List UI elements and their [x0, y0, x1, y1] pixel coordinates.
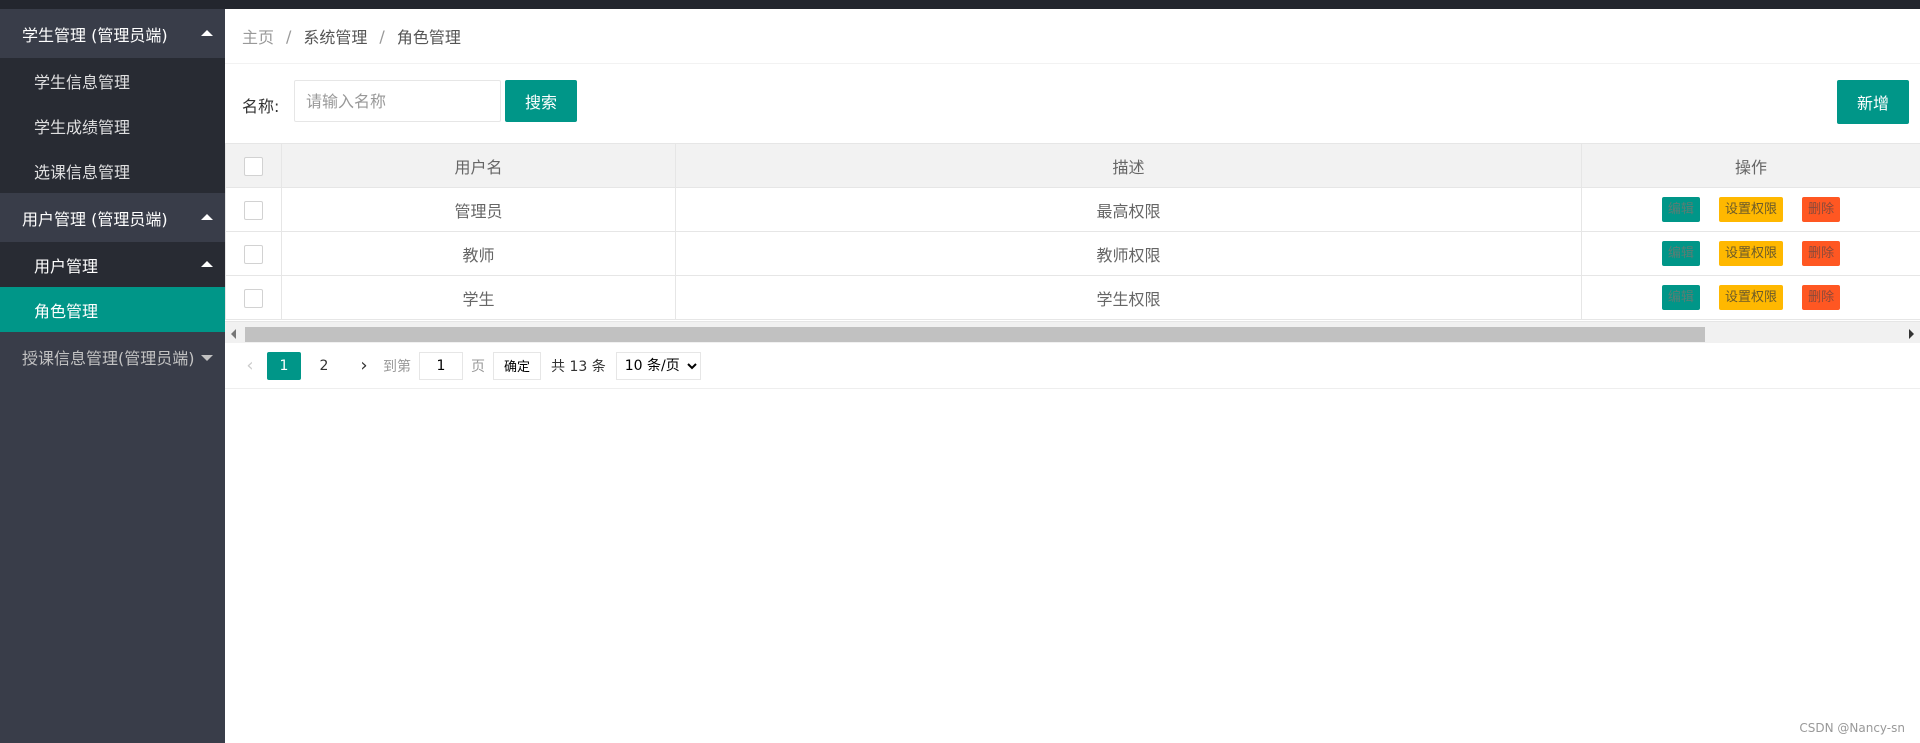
row-checkbox[interactable] — [244, 288, 263, 308]
name-label: 名称: — [242, 97, 280, 116]
breadcrumb: 主页 / 系统管理 / 角色管理 — [225, 9, 1920, 64]
breadcrumb-current: 角色管理 — [396, 28, 461, 47]
cell-description: 最高权限 — [675, 187, 1582, 232]
caret-up-icon — [201, 29, 213, 36]
sidebar-submenu-user: 用户管理 角色管理 — [0, 242, 225, 332]
edit-button[interactable]: 编辑 — [1661, 241, 1700, 266]
set-permission-button[interactable]: 设置权限 — [1719, 197, 1783, 222]
table-row: 学生 学生权限 编辑 设置权限 删除 — [225, 275, 1920, 320]
sidebar-item-role-management[interactable]: 角色管理 — [0, 287, 225, 332]
search-button[interactable]: 搜索 — [505, 80, 577, 122]
header-username: 用户名 — [281, 143, 676, 188]
breadcrumb-home[interactable]: 主页 — [242, 24, 274, 48]
sidebar-submenu-student: 学生信息管理 学生成绩管理 选课信息管理 — [0, 58, 225, 193]
sidebar-item-course-selection[interactable]: 选课信息管理 — [0, 148, 225, 193]
scroll-left-arrow-icon[interactable] — [231, 329, 236, 339]
search-input[interactable] — [294, 80, 501, 122]
cell-actions: 编辑 设置权限 删除 — [1581, 231, 1920, 276]
sidebar-group-label: 学生管理 (管理员端) — [22, 25, 168, 45]
header-description: 描述 — [675, 143, 1582, 188]
caret-up-icon — [201, 260, 213, 267]
row-checkbox[interactable] — [244, 244, 263, 264]
goto-label: 到第 — [383, 358, 411, 375]
edit-button[interactable]: 编辑 — [1661, 285, 1700, 310]
total-count: 共 13 条 — [551, 358, 606, 375]
page-1-button[interactable]: 1 — [267, 351, 301, 380]
sidebar-item-user-management[interactable]: 用户管理 — [0, 242, 225, 287]
goto-confirm-button[interactable]: 确定 — [493, 351, 542, 380]
set-permission-button[interactable]: 设置权限 — [1719, 285, 1783, 310]
cell-actions: 编辑 设置权限 删除 — [1581, 275, 1920, 320]
header-actions: 操作 — [1581, 143, 1920, 188]
sidebar-group-teaching-info[interactable]: 授课信息管理(管理员端) — [0, 332, 225, 381]
cell-actions: 编辑 设置权限 删除 — [1581, 187, 1920, 232]
page-unit-label: 页 — [471, 358, 485, 375]
sidebar-item-student-info[interactable]: 学生信息管理 — [0, 58, 225, 103]
scrollbar-thumb[interactable] — [245, 327, 1705, 342]
sidebar-group-user-management[interactable]: 用户管理 (管理员端) — [0, 193, 225, 242]
cell-username: 教师 — [281, 231, 676, 276]
prev-page-button[interactable]: ‹ — [239, 352, 261, 380]
edit-button[interactable]: 编辑 — [1661, 197, 1700, 222]
set-permission-button[interactable]: 设置权限 — [1719, 241, 1783, 266]
breadcrumb-separator: / — [286, 26, 292, 46]
cell-username: 学生 — [281, 275, 676, 320]
caret-up-icon — [201, 213, 213, 220]
next-page-button[interactable]: › — [353, 352, 375, 380]
table-row: 管理员 最高权限 编辑 设置权限 删除 — [225, 187, 1920, 232]
table-header-row: 用户名 描述 操作 — [225, 143, 1920, 188]
breadcrumb-system-management[interactable]: 系统管理 — [303, 24, 367, 48]
table-row: 教师 教师权限 编辑 设置权限 删除 — [225, 231, 1920, 276]
cell-username: 管理员 — [281, 187, 676, 232]
top-header-bar — [0, 0, 1920, 9]
scroll-right-arrow-icon[interactable] — [1909, 329, 1914, 339]
header-select-all — [225, 143, 282, 188]
horizontal-scrollbar[interactable] — [225, 321, 1920, 343]
add-button[interactable]: 新增 — [1837, 80, 1909, 124]
caret-down-icon — [201, 354, 213, 361]
main-content: 主页 / 系统管理 / 角色管理 名称: 搜索 新增 用户名 描述 操作 — [225, 9, 1920, 743]
cell-description: 学生权限 — [675, 275, 1582, 320]
sidebar-group-label: 用户管理 (管理员端) — [22, 209, 168, 229]
delete-button[interactable]: 删除 — [1802, 285, 1841, 310]
breadcrumb-separator: / — [379, 26, 385, 46]
page-size-select[interactable]: 10 条/页 — [615, 351, 701, 380]
watermark: CSDN @Nancy-sn — [1799, 721, 1905, 735]
delete-button[interactable]: 删除 — [1802, 241, 1841, 266]
pagination: ‹ 1 2 › 到第 页 确定 共 13 条 10 条/页 — [225, 343, 1920, 389]
row-checkbox[interactable] — [244, 200, 263, 220]
page-2-button[interactable]: 2 — [307, 352, 341, 380]
sidebar: 学生管理 (管理员端) 学生信息管理 学生成绩管理 选课信息管理 用户管理 (管… — [0, 9, 225, 743]
sidebar-group-student-management[interactable]: 学生管理 (管理员端) — [0, 9, 225, 58]
select-all-checkbox[interactable] — [244, 156, 263, 176]
sidebar-group-label: 授课信息管理(管理员端) — [22, 348, 195, 368]
delete-button[interactable]: 删除 — [1802, 197, 1841, 222]
goto-page-input[interactable] — [419, 351, 463, 380]
cell-description: 教师权限 — [675, 231, 1582, 276]
role-table: 用户名 描述 操作 管理员 最高权限 编辑 设置权限 删除 教师 教师权限 编辑… — [225, 143, 1920, 343]
sidebar-item-student-scores[interactable]: 学生成绩管理 — [0, 103, 225, 148]
